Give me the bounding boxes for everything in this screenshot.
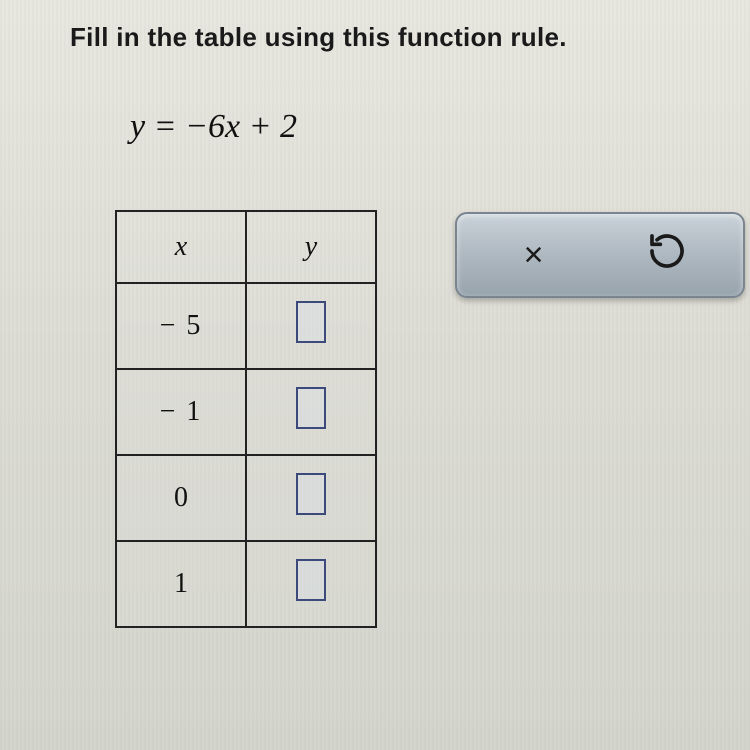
answer-input[interactable]	[296, 559, 326, 601]
x-value: − 1	[116, 369, 246, 455]
reset-button[interactable]	[637, 225, 697, 285]
column-header-y: y	[246, 211, 376, 283]
x-value: 1	[116, 541, 246, 627]
answer-input[interactable]	[296, 473, 326, 515]
answer-input[interactable]	[296, 301, 326, 343]
function-table: x y − 5 − 1 0 1	[115, 210, 377, 628]
x-value: 0	[116, 455, 246, 541]
table-row: − 5	[116, 283, 376, 369]
x-value: − 5	[116, 283, 246, 369]
undo-icon	[647, 231, 687, 280]
action-toolbar: ×	[455, 212, 745, 298]
y-cell	[246, 369, 376, 455]
answer-input[interactable]	[296, 387, 326, 429]
y-cell	[246, 541, 376, 627]
close-icon: ×	[524, 236, 544, 275]
table-row: − 1	[116, 369, 376, 455]
table-row: 0	[116, 455, 376, 541]
equation-text: y = −6x + 2	[130, 108, 297, 146]
close-button[interactable]: ×	[504, 225, 564, 285]
instruction-text: Fill in the table using this function ru…	[70, 22, 567, 53]
table-row: 1	[116, 541, 376, 627]
column-header-x: x	[116, 211, 246, 283]
y-cell	[246, 455, 376, 541]
y-cell	[246, 283, 376, 369]
